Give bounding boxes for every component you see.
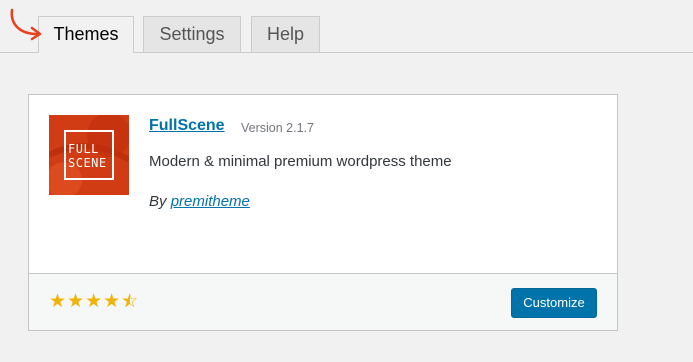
star-icon: ★ [67,291,86,312]
theme-author: By premitheme [149,193,250,210]
logo-line-1: FULL [68,142,99,156]
tab-settings[interactable]: Settings [143,16,241,52]
star-icon: ★ [103,291,122,312]
logo-line-2: SCENE [68,156,107,170]
rating-stars: ★★★★☆★ [49,290,139,313]
star-icon: ★ [85,291,104,312]
tab-themes[interactable]: Themes [38,16,134,53]
customize-button[interactable]: Customize [511,288,597,318]
star-half-icon: ☆★ [121,291,140,312]
theme-card: FULL SCENE FullScene Version 2.1.7 Moder… [28,94,618,331]
by-label: By [149,193,167,210]
theme-logo: FULL SCENE [49,115,129,195]
arrow-annotation-icon [10,8,42,41]
logo-text: FULL SCENE [68,142,107,170]
author-link[interactable]: premitheme [171,193,250,210]
theme-version: Version 2.1.7 [241,121,314,135]
tab-help[interactable]: Help [251,16,320,52]
star-icon: ★ [49,291,68,312]
theme-name-link[interactable]: FullScene [149,117,225,135]
theme-description: Modern & minimal premium wordpress theme [149,153,452,170]
